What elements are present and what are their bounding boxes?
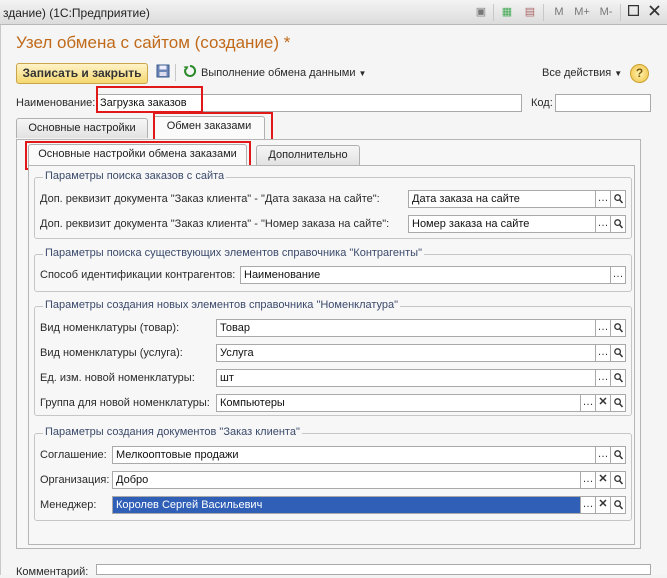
window-title: здание) (1С:Предприятие) [3, 6, 150, 20]
agreement-field[interactable]: Мелкооптовые продажи [112, 446, 596, 464]
all-actions-menu[interactable]: Все действия ▼ [542, 67, 622, 79]
save-and-close-button[interactable]: Записать и закрыть [16, 63, 148, 84]
memory-store-button[interactable]: M [551, 5, 567, 19]
manager-field[interactable]: Королев Сергей Васильевич [112, 496, 581, 514]
identification-method-label: Способ идентификации контрагентов: [40, 269, 236, 281]
agreement-label: Соглашение: [40, 449, 107, 461]
select-button[interactable]: … [581, 471, 596, 489]
calendar-icon[interactable]: ▤ [523, 5, 537, 19]
goods-type-label: Вид номенклатуры (товар): [40, 322, 180, 334]
bookmark-icon[interactable]: ▣ [474, 5, 488, 19]
clear-icon[interactable]: ✕ [596, 471, 611, 489]
select-button[interactable]: … [596, 344, 611, 362]
search-icon[interactable] [611, 369, 626, 387]
name-label: Наименование: [16, 97, 96, 109]
select-button[interactable]: … [611, 266, 626, 284]
manager-label: Менеджер: [40, 499, 97, 511]
search-icon[interactable] [611, 319, 626, 337]
service-type-field[interactable]: Услуга [216, 344, 596, 362]
group-title: Параметры поиска существующих элементов … [43, 247, 424, 259]
identification-method-field[interactable]: Наименование [240, 266, 611, 284]
select-button[interactable]: … [581, 394, 596, 412]
code-field[interactable] [555, 94, 651, 112]
search-icon[interactable] [611, 446, 626, 464]
organization-field[interactable]: Добро [112, 471, 581, 489]
date-attribute-field[interactable]: Дата заказа на сайте [408, 190, 596, 208]
all-actions-label: Все действия [542, 67, 612, 79]
toolbar-separator [175, 64, 176, 81]
spreadsheet-icon[interactable]: ▦ [500, 5, 514, 19]
code-label: Код: [531, 97, 553, 109]
unit-field[interactable]: шт [216, 369, 596, 387]
select-button[interactable]: … [581, 496, 596, 514]
nomenclature-group-label: Группа для новой номенклатуры: [40, 397, 210, 409]
highlight-frame [153, 112, 273, 142]
form-title: Узел обмена с сайтом (создание) * [16, 33, 291, 52]
date-attribute-label: Доп. реквизит документа "Заказ клиента" … [40, 193, 380, 205]
group-title: Параметры создания новых элементов справ… [43, 299, 401, 311]
select-button[interactable]: … [596, 369, 611, 387]
close-button[interactable] [646, 4, 663, 20]
search-icon[interactable] [611, 471, 626, 489]
highlight-frame [96, 86, 203, 113]
exchange-data-label: Выполнение обмена данными [201, 67, 356, 79]
organization-label: Организация: [40, 474, 110, 486]
clear-icon[interactable]: ✕ [596, 496, 611, 514]
search-icon[interactable] [611, 394, 626, 412]
group-title: Параметры создания документов "Заказ кли… [43, 426, 302, 438]
select-button[interactable]: … [596, 190, 611, 208]
window-titlebar: здание) (1С:Предприятие) ▣ ▦ ▤ M M+ M- [0, 0, 667, 25]
toolbar-separator [493, 4, 494, 21]
comment-label: Комментарий: [16, 566, 89, 578]
memory-subtract-button[interactable]: M- [596, 5, 616, 19]
goods-type-field[interactable]: Товар [216, 319, 596, 337]
number-attribute-label: Доп. реквизит документа "Заказ клиента" … [40, 218, 390, 230]
nomenclature-group-field[interactable]: Компьютеры [216, 394, 581, 412]
refresh-icon[interactable] [181, 64, 199, 82]
group-title: Параметры поиска заказов с сайта [43, 170, 227, 182]
help-button[interactable]: ? [630, 64, 649, 83]
toolbar-separator [543, 4, 544, 21]
search-icon[interactable] [611, 215, 626, 233]
tab-basic-settings[interactable]: Основные настройки [16, 118, 148, 138]
tab-additional[interactable]: Дополнительно [256, 145, 360, 165]
number-attribute-field[interactable]: Номер заказа на сайте [408, 215, 596, 233]
save-icon[interactable] [154, 64, 172, 82]
maximize-button[interactable] [625, 4, 642, 20]
clear-icon[interactable]: ✕ [596, 394, 611, 412]
chevron-down-icon: ▼ [358, 69, 367, 78]
memory-add-button[interactable]: M+ [572, 5, 592, 19]
select-button[interactable]: … [596, 446, 611, 464]
search-icon[interactable] [611, 496, 626, 514]
select-button[interactable]: … [596, 319, 611, 337]
unit-label: Ед. изм. новой номенклатуры: [40, 372, 195, 384]
comment-field[interactable] [96, 564, 651, 575]
toolbar-separator [620, 4, 621, 21]
exchange-data-menu[interactable]: Выполнение обмена данными ▼ [201, 67, 366, 79]
select-button[interactable]: … [596, 215, 611, 233]
search-icon[interactable] [611, 344, 626, 362]
chevron-down-icon: ▼ [614, 69, 623, 78]
search-icon[interactable] [611, 190, 626, 208]
service-type-label: Вид номенклатуры (услуга): [40, 347, 183, 359]
